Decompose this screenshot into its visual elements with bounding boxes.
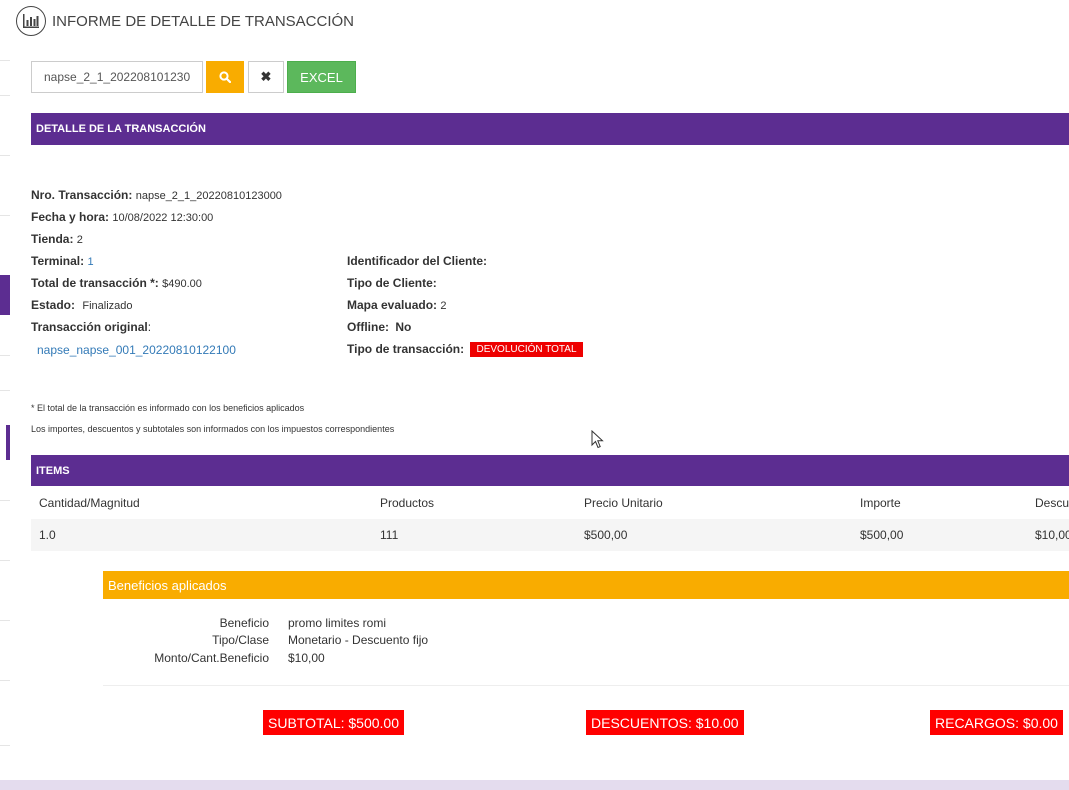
map-evaluated-value: 2 <box>440 300 447 312</box>
store-value: 2 <box>76 234 83 246</box>
benefit-value: promo limites romi <box>288 616 387 630</box>
date-time-label: Fecha y hora: <box>31 210 110 224</box>
rail-divider <box>0 680 10 681</box>
table-cell: 1.0 <box>39 528 56 542</box>
footer-strip <box>0 780 1069 790</box>
date-time-value: 10/08/2022 12:30:00 <box>112 212 214 224</box>
items-section-header: ITEMS <box>31 455 1069 486</box>
items-table-header: Cantidad/Magnitud Productos Precio Unita… <box>31 487 1069 518</box>
table-cell: $500,00 <box>860 528 904 542</box>
page-header: INFORME DE DETALLE DE TRANSACCIÓN <box>16 5 354 37</box>
search-button[interactable] <box>206 61 244 93</box>
offline: Offline: No <box>347 320 411 334</box>
column-header: Importe <box>860 495 901 510</box>
terminal-label: Terminal: <box>31 254 85 268</box>
status-label: Estado: <box>31 298 76 312</box>
rail-divider <box>0 620 10 621</box>
rail-divider <box>0 390 10 391</box>
transaction-type-label: Tipo de transacción: <box>347 342 465 356</box>
status: Estado: Finalizado <box>31 298 133 312</box>
benefits-title: Beneficios aplicados <box>108 577 227 593</box>
client-type-label: Tipo de Cliente: <box>347 276 437 290</box>
table-row: 1.0 111 $500,00 $500,00 $10,00 <box>31 519 1069 551</box>
rail-active-marker <box>0 275 10 315</box>
bar-chart-icon <box>16 6 46 36</box>
total-note: * El total de la transacción es informad… <box>31 403 305 413</box>
table-cell: $10,00 <box>1035 528 1069 542</box>
rail-divider <box>0 500 10 501</box>
rail-divider <box>0 95 10 96</box>
subtotal-badge: SUBTOTAL: $500.00 <box>263 710 404 735</box>
terminal: Terminal: 1 <box>31 254 94 268</box>
rail-scroll-marker <box>6 425 10 460</box>
map-evaluated: Mapa evaluado: 2 <box>347 298 447 312</box>
table-cell: $500,00 <box>584 528 628 542</box>
offline-label: Offline: <box>347 320 389 334</box>
discounts-badge: DESCUENTOS: $10.00 <box>586 710 744 735</box>
items-section-title: ITEMS <box>36 464 70 477</box>
left-rail <box>0 0 12 780</box>
column-header: Cantidad/Magnitud <box>39 495 140 510</box>
transaction-number: Nro. Transacción: napse_2_1_202208101230… <box>31 188 282 202</box>
date-time: Fecha y hora: 10/08/2022 12:30:00 <box>31 210 213 224</box>
transaction-total-value: $490.00 <box>162 278 202 290</box>
benefit-amount-label: Monto/Cant.Beneficio <box>154 651 269 665</box>
transaction-number-label: Nro. Transacción: <box>31 188 133 202</box>
client-type: Tipo de Cliente: <box>347 276 437 290</box>
benefit-label: Beneficio <box>219 616 269 630</box>
original-transaction-link[interactable]: napse_napse_001_20220810122100 <box>37 343 236 357</box>
search-icon <box>219 71 231 83</box>
detail-section-header: DETALLE DE LA TRANSACCIÓN <box>31 113 1069 145</box>
transaction-type: Tipo de transacción: DEVOLUCIÓN TOTAL <box>347 342 583 357</box>
excel-export-button[interactable]: EXCEL <box>287 61 356 93</box>
mouse-cursor-icon <box>591 430 604 449</box>
table-cell: 111 <box>380 528 399 542</box>
clear-button[interactable]: ✖ <box>248 61 284 93</box>
search-row: ✖ EXCEL <box>31 61 356 93</box>
benefit-type-label: Tipo/Clase <box>212 633 269 647</box>
benefits-header: Beneficios aplicados <box>103 571 1069 599</box>
page-title: INFORME DE DETALLE DE TRANSACCIÓN <box>52 12 354 30</box>
rail-divider <box>0 155 10 156</box>
original-transaction-colon: : <box>147 320 152 334</box>
column-header: Productos <box>380 495 435 510</box>
column-header: Descu <box>1035 495 1069 510</box>
map-evaluated-label: Mapa evaluado: <box>347 298 438 312</box>
transaction-total-label: Total de transacción *: <box>31 276 159 290</box>
offline-value: No <box>395 320 412 334</box>
rail-divider <box>0 215 10 216</box>
rail-divider <box>0 560 10 561</box>
client-id: Identificador del Cliente: <box>347 254 487 268</box>
client-id-label: Identificador del Cliente: <box>347 254 488 268</box>
rail-divider <box>0 745 10 746</box>
status-value: Finalizado <box>82 300 133 312</box>
detail-section-title: DETALLE DE LA TRANSACCIÓN <box>36 123 206 135</box>
terminal-link[interactable]: 1 <box>87 256 93 268</box>
column-header: Precio Unitario <box>584 495 663 510</box>
store-label: Tienda: <box>31 232 74 246</box>
transaction-total: Total de transacción *: $490.00 <box>31 276 202 290</box>
transaction-number-value: napse_2_1_20220810123000 <box>135 190 282 202</box>
tax-note: Los importes, descuentos y subtotales so… <box>31 424 395 434</box>
transaction-type-badge: DEVOLUCIÓN TOTAL <box>470 342 583 357</box>
benefit-amount-value: $10,00 <box>288 651 325 665</box>
close-icon: ✖ <box>260 69 272 84</box>
rail-divider <box>0 355 10 356</box>
store: Tienda: 2 <box>31 232 83 246</box>
original-transaction-label: Transacción original <box>31 320 148 334</box>
benefits-divider <box>103 685 1069 686</box>
rail-divider <box>0 60 10 61</box>
surcharges-badge: RECARGOS: $0.00 <box>930 710 1063 735</box>
original-transaction: Transacción original: <box>31 320 151 334</box>
benefit-type-value: Monetario - Descuento fijo <box>288 633 429 647</box>
transaction-search-input[interactable] <box>31 61 203 93</box>
